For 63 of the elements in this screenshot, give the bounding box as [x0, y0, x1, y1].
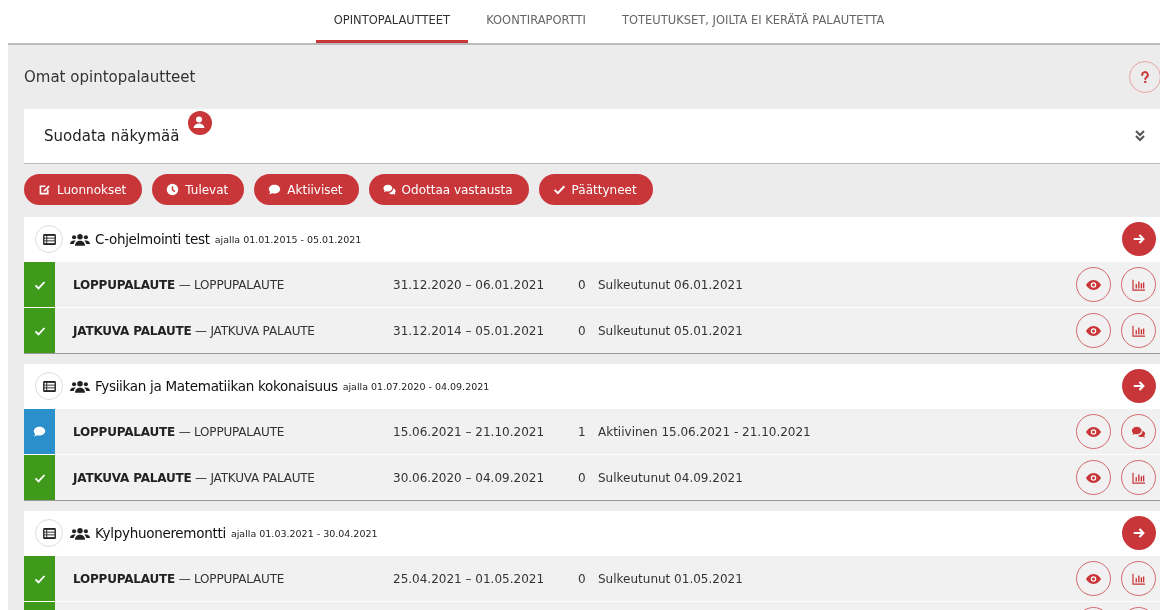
- answer-count: 0: [578, 571, 587, 586]
- course-period: ajalla 01.03.2021 - 30.04.2021: [230, 527, 378, 539]
- tab[interactable]: TOTEUTUKSET, JOILTA EI KERÄTÄ PALAUTETTA: [603, 0, 903, 43]
- speech-bubble-icon: [268, 183, 282, 196]
- status-text: Sulkeutunut 05.01.2021: [598, 323, 743, 338]
- status-text: Aktiivinen 15.06.2021 - 21.10.2021: [598, 424, 811, 439]
- arrow-right-icon: [1132, 526, 1146, 540]
- bar-chart-icon: [1131, 572, 1146, 585]
- filter-button[interactable]: Luonnokset: [24, 174, 143, 205]
- filter-button[interactable]: Odottaa vastausta: [368, 174, 529, 205]
- people-icon: [70, 526, 90, 540]
- answer-count: 0: [578, 277, 587, 292]
- course-title: Fysiikan ja Matematiikan kokonaisuus: [95, 378, 338, 394]
- bar-chart-icon: [1131, 278, 1146, 291]
- arrow-right-icon: [1132, 379, 1146, 393]
- course-title: C-ohjelmointi test: [95, 231, 210, 247]
- filter-button[interactable]: Tulevat: [152, 174, 245, 205]
- open-button[interactable]: [1122, 222, 1156, 256]
- edit-icon: [38, 183, 51, 196]
- chevron-icon: [1134, 129, 1146, 143]
- feedback-name: JATKUVA PALAUTE — JATKUVA PALAUTE: [73, 323, 316, 338]
- tab[interactable]: KOONTIRAPORTTI: [468, 0, 604, 43]
- filter-button[interactable]: Päättyneet: [538, 174, 653, 205]
- eye-icon: [1086, 325, 1101, 336]
- status-text: Sulkeutunut 01.05.2021: [598, 571, 743, 586]
- open-button[interactable]: [1122, 369, 1156, 403]
- course-period: ajalla 01.01.2015 - 05.01.2021: [214, 233, 362, 245]
- date-range: 25.04.2021 – 01.05.2021: [393, 571, 546, 586]
- eye-icon: [1086, 279, 1101, 290]
- course-title: Kylpyhuoneremontti: [95, 525, 226, 541]
- feedback-name: LOPPUPALAUTE — LOPPUPALAUTE: [73, 424, 286, 439]
- eye-icon: [1086, 573, 1101, 584]
- bar-chart-icon: [1131, 324, 1146, 337]
- person-badge-icon: [188, 111, 212, 135]
- answer-count: 0: [578, 323, 587, 338]
- check-icon: [552, 183, 566, 196]
- open-button[interactable]: [1122, 516, 1156, 550]
- arrow-right-icon: [1132, 232, 1146, 246]
- people-icon: [70, 232, 90, 246]
- feedback-name: LOPPUPALAUTE — LOPPUPALAUTE: [73, 277, 286, 292]
- bar-chart-icon: [1131, 471, 1146, 484]
- filter-title: Suodata näkymää: [44, 127, 180, 145]
- page-title: Omat opintopalautteet: [24, 68, 196, 86]
- chat-bubbles-icon: [382, 183, 396, 196]
- date-range: 31.12.2020 – 06.01.2021: [393, 277, 546, 292]
- status-text: Sulkeutunut 04.09.2021: [598, 470, 743, 485]
- clock-icon: [166, 183, 180, 196]
- answer-count: 0: [578, 470, 587, 485]
- eye-icon: [1086, 472, 1101, 483]
- date-range: 15.06.2021 – 21.10.2021: [393, 424, 546, 439]
- date-range: 30.06.2020 – 04.09.2021: [393, 470, 546, 485]
- date-range: 31.12.2014 – 05.01.2021: [393, 323, 546, 338]
- filter-panel[interactable]: Suodata näkymää: [24, 109, 1160, 164]
- eye-icon: [1086, 426, 1101, 437]
- status-text: Sulkeutunut 06.01.2021: [598, 277, 743, 292]
- people-icon: [70, 379, 90, 393]
- course-period: ajalla 01.07.2020 - 04.09.2021: [342, 380, 490, 392]
- question-icon: [1138, 70, 1152, 84]
- feedback-name: JATKUVA PALAUTE — JATKUVA PALAUTE: [73, 470, 316, 485]
- chat-bubbles-icon: [1131, 424, 1146, 439]
- filter-button[interactable]: Aktiiviset: [254, 174, 359, 205]
- feedback-name: LOPPUPALAUTE — LOPPUPALAUTE: [73, 571, 286, 586]
- answer-count: 1: [578, 424, 587, 439]
